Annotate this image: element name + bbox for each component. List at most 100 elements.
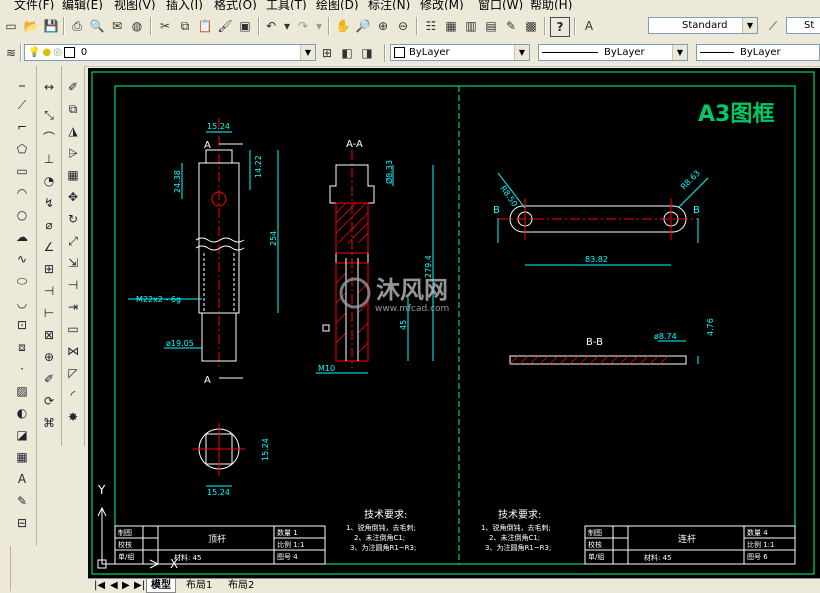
- copy-icon[interactable]: ⧉: [176, 17, 194, 35]
- offset-icon[interactable]: ⩥: [64, 144, 82, 162]
- menu-view[interactable]: 视图(V): [114, 0, 156, 10]
- tab-layout1[interactable]: 布局1: [182, 579, 216, 592]
- scale-icon[interactable]: ⤢: [64, 232, 82, 250]
- color-select[interactable]: ByLayer ▼: [390, 44, 530, 61]
- point-icon[interactable]: ·: [13, 360, 31, 378]
- arc-length-icon[interactable]: ⌒: [40, 128, 58, 146]
- new-file-icon[interactable]: ▭: [2, 17, 20, 35]
- rectangle-icon[interactable]: ▭: [13, 162, 31, 180]
- gradient-icon[interactable]: ◐: [13, 404, 31, 422]
- chamfer-icon[interactable]: ◸: [64, 364, 82, 382]
- make-current-layer-icon[interactable]: ⊞: [318, 44, 336, 62]
- menu-window[interactable]: 窗口(W): [478, 0, 523, 10]
- tool-palettes-icon[interactable]: ▥: [462, 17, 480, 35]
- lineweight-select[interactable]: ByLayer: [696, 44, 820, 61]
- table-icon[interactable]: ▦: [13, 448, 31, 466]
- aligned-dim-icon[interactable]: ⤡: [40, 106, 58, 124]
- help-icon[interactable]: ?: [550, 17, 570, 37]
- dim-style-icon[interactable]: ⟋: [764, 17, 782, 35]
- menu-draw[interactable]: 绘图(D): [316, 0, 359, 10]
- menu-tools[interactable]: 工具(T): [266, 0, 307, 10]
- chevron-down-icon[interactable]: ▼: [672, 45, 687, 60]
- chevron-down-icon[interactable]: ▼: [514, 45, 529, 60]
- array-icon[interactable]: ▦: [64, 166, 82, 184]
- diameter-dim-icon[interactable]: ⌀: [40, 216, 58, 234]
- pencil-icon[interactable]: ✎: [13, 492, 31, 510]
- break-icon[interactable]: ▭: [64, 320, 82, 338]
- quickcalc-icon[interactable]: ▩: [522, 17, 540, 35]
- ellipse-arc-icon[interactable]: ◡: [13, 294, 31, 312]
- print-icon[interactable]: ⎙: [68, 17, 86, 35]
- continue-icon[interactable]: ⊢: [40, 304, 58, 322]
- spline-icon[interactable]: ∿: [13, 250, 31, 268]
- hatch-icon[interactable]: ▨: [13, 382, 31, 400]
- region-icon[interactable]: ◪: [13, 426, 31, 444]
- trim-icon[interactable]: ⊣: [64, 276, 82, 294]
- circle-icon[interactable]: ○: [13, 206, 31, 224]
- center-mark-icon[interactable]: ⊕: [40, 348, 58, 366]
- menu-modify[interactable]: 修改(M): [420, 0, 464, 10]
- join-icon[interactable]: ⋈: [64, 342, 82, 360]
- menu-format[interactable]: 格式(O): [214, 0, 257, 10]
- dim-edit-icon[interactable]: ✐: [40, 370, 58, 388]
- fillet-icon[interactable]: ◜: [64, 386, 82, 404]
- jogged-icon[interactable]: ↯: [40, 194, 58, 212]
- publish-icon[interactable]: ✉: [108, 17, 126, 35]
- chevron-down-icon[interactable]: ▼: [300, 45, 315, 60]
- insert-block-icon[interactable]: ⊡: [13, 316, 31, 334]
- make-block-icon[interactable]: ⧈: [13, 338, 31, 356]
- copy-object-icon[interactable]: ⧉: [64, 100, 82, 118]
- print-preview-icon[interactable]: 🔍: [88, 17, 106, 35]
- design-center-icon[interactable]: ▦: [442, 17, 460, 35]
- redo-dropdown-icon[interactable]: ▾: [314, 17, 324, 35]
- chevron-down-icon[interactable]: ▼: [742, 18, 757, 33]
- save-icon[interactable]: 💾: [42, 17, 60, 35]
- text-style-select[interactable]: Standard ▼: [648, 17, 758, 34]
- mirror-icon[interactable]: ◮: [64, 122, 82, 140]
- cut-icon[interactable]: ✂: [156, 17, 174, 35]
- properties-icon[interactable]: ☷: [422, 17, 440, 35]
- redo-icon[interactable]: ↷: [294, 17, 312, 35]
- paste-icon[interactable]: 📋: [196, 17, 214, 35]
- erase-icon[interactable]: ✐: [64, 78, 82, 96]
- tab-layout2[interactable]: 布局2: [224, 579, 258, 592]
- menu-edit[interactable]: 编辑(E): [62, 0, 103, 10]
- layer-select[interactable]: 💡 ● ◎ 0 ▼: [24, 44, 316, 61]
- match-properties-icon[interactable]: 🖌: [216, 17, 234, 35]
- etransmit-icon[interactable]: ◍: [128, 17, 146, 35]
- markup-icon[interactable]: ✎: [502, 17, 520, 35]
- undo-dropdown-icon[interactable]: ▾: [282, 17, 292, 35]
- block-editor-icon[interactable]: ▣: [236, 17, 254, 35]
- zoom-previous-icon[interactable]: ⊖: [394, 17, 412, 35]
- sheet-set-icon[interactable]: ▤: [482, 17, 500, 35]
- text-style-icon[interactable]: A: [580, 17, 598, 35]
- dim-style-select[interactable]: St: [786, 17, 820, 34]
- pan-icon[interactable]: ✋: [334, 17, 352, 35]
- drawing-canvas[interactable]: A3图框 15.24 14.22 24.38 254 M22x2 - 6g ø1…: [88, 68, 820, 578]
- angular-dim-icon[interactable]: ∠: [40, 238, 58, 256]
- menu-file[interactable]: 文件(F): [14, 0, 54, 10]
- extend-icon[interactable]: ⇥: [64, 298, 82, 316]
- linetype-select[interactable]: ByLayer ▼: [538, 44, 688, 61]
- polyline-icon[interactable]: ⌐: [13, 118, 31, 136]
- baseline-icon[interactable]: ⊣: [40, 282, 58, 300]
- layer-manager-icon[interactable]: ≋: [2, 44, 20, 62]
- ruler-icon[interactable]: ⊟: [13, 514, 31, 532]
- radius-dim-icon[interactable]: ◔: [40, 172, 58, 190]
- revision-cloud-icon[interactable]: ☁: [13, 228, 31, 246]
- linear-dim-icon[interactable]: ↔: [40, 78, 58, 96]
- zoom-realtime-icon[interactable]: 🔎: [354, 17, 372, 35]
- menu-insert[interactable]: 插入(I): [166, 0, 203, 10]
- rotate-icon[interactable]: ↻: [64, 210, 82, 228]
- line-icon[interactable]: ⎯: [13, 76, 31, 94]
- multiline-text-icon[interactable]: A: [13, 470, 31, 488]
- layer-previous-icon[interactable]: ◧: [338, 44, 356, 62]
- stretch-icon[interactable]: ⇲: [64, 254, 82, 272]
- dim-update-icon[interactable]: ⟳: [40, 392, 58, 410]
- arc-icon[interactable]: ◠: [13, 184, 31, 202]
- ordinate-icon[interactable]: ⊥: [40, 150, 58, 168]
- open-file-icon[interactable]: 📂: [22, 17, 40, 35]
- ellipse-icon[interactable]: ⬭: [13, 272, 31, 290]
- construction-line-icon[interactable]: ⟋: [13, 96, 31, 114]
- zoom-window-icon[interactable]: ⊕: [374, 17, 392, 35]
